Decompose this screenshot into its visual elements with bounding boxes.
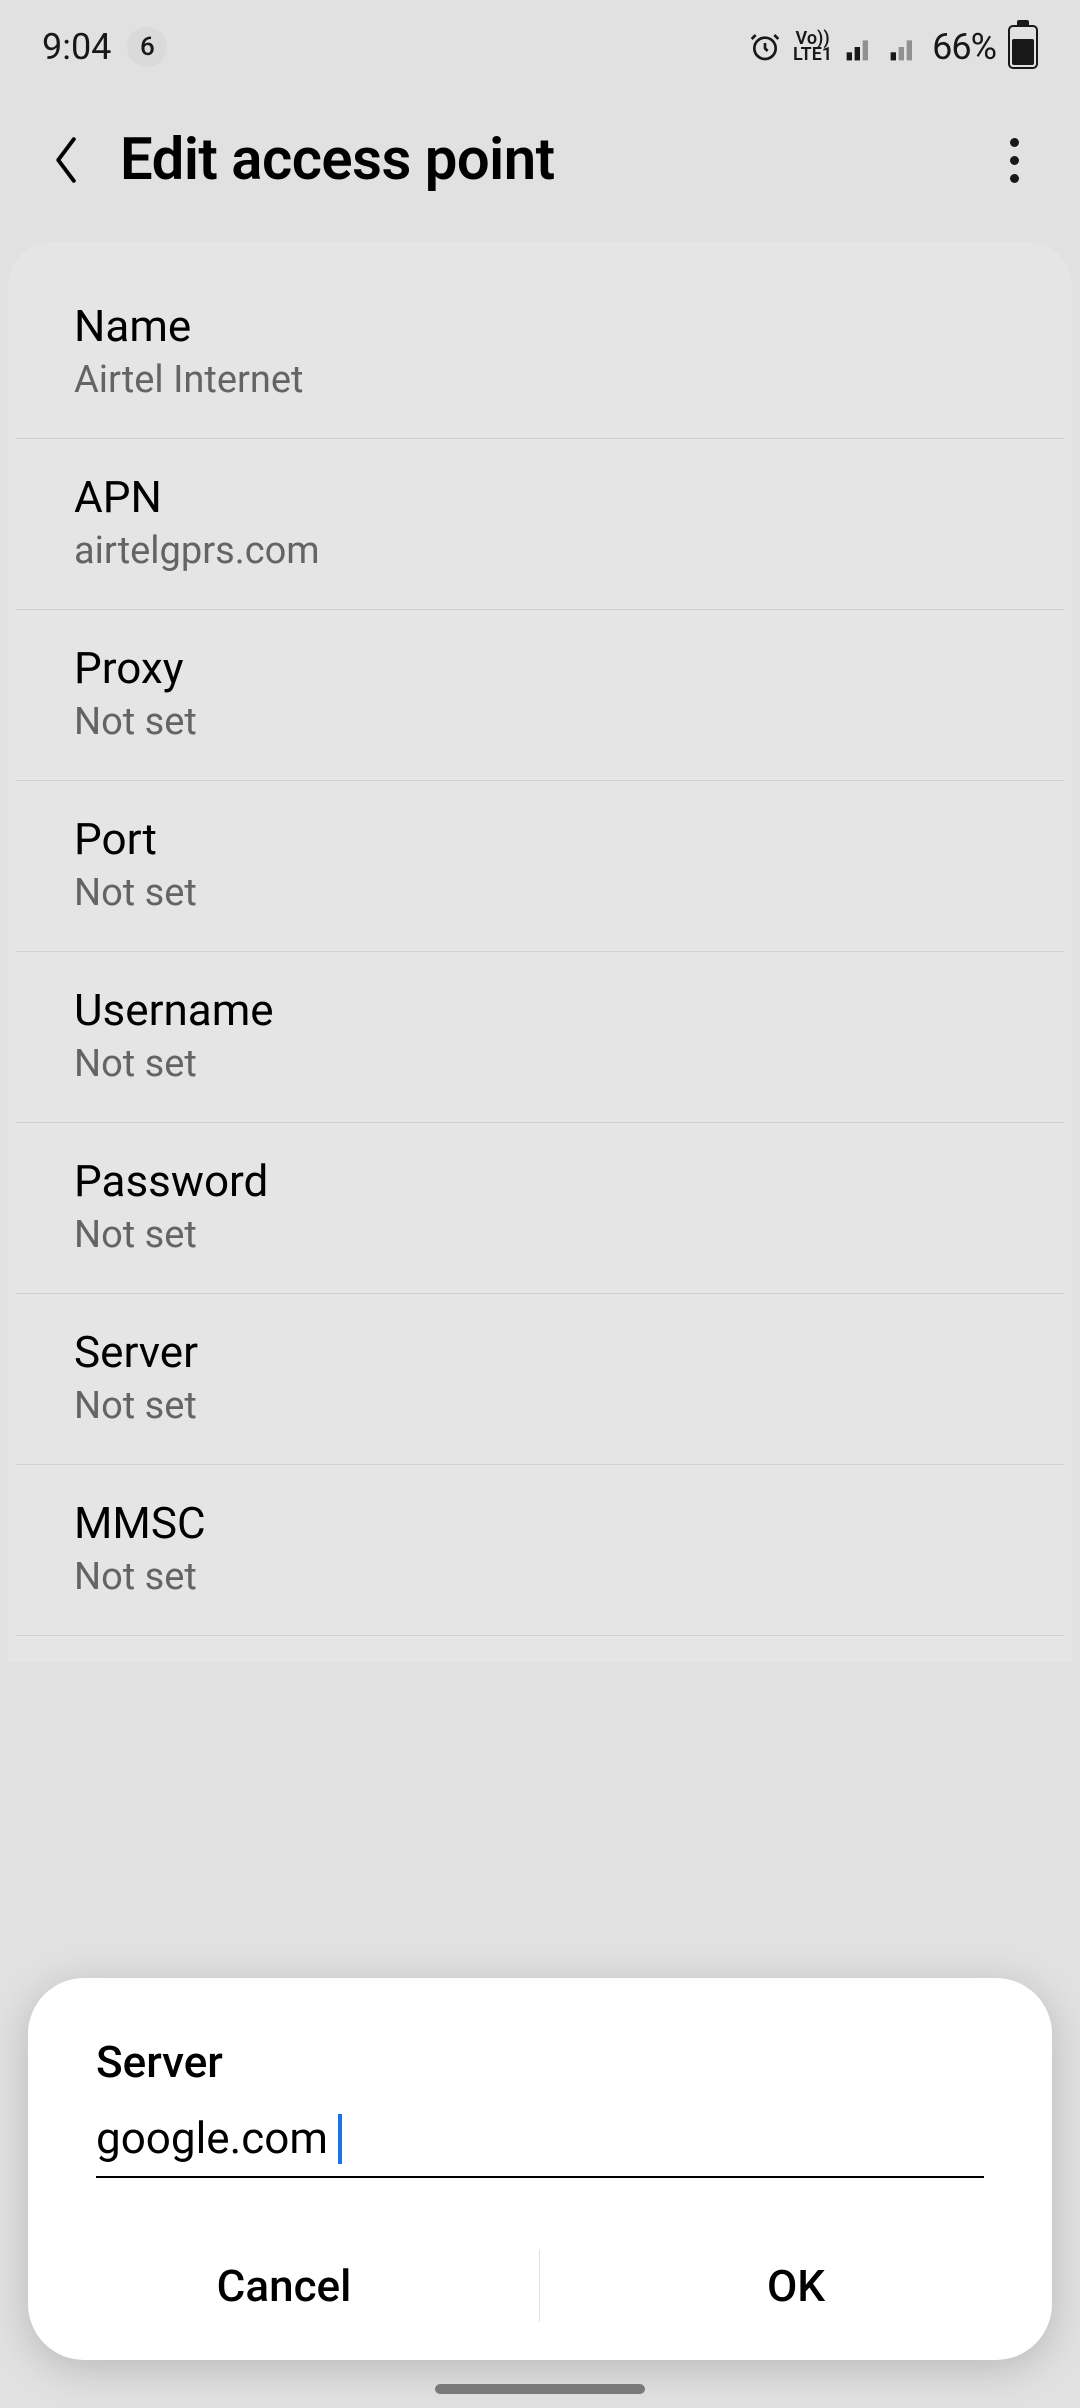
- status-bar-right: Vo)) LTE1 66%: [749, 25, 1038, 69]
- row-label: Name: [74, 300, 1006, 352]
- app-header: Edit access point: [0, 76, 1080, 230]
- row-value: Not set: [74, 1384, 1006, 1428]
- apn-password-row[interactable]: Password Not set: [16, 1123, 1064, 1294]
- server-edit-dialog: Server Cancel OK: [28, 1978, 1052, 2360]
- row-value: Not set: [74, 1213, 1006, 1257]
- row-label: Password: [74, 1155, 1006, 1207]
- row-value: Not set: [74, 1555, 1006, 1599]
- battery-percentage-text: 66%: [932, 26, 996, 68]
- ok-button[interactable]: OK: [540, 2226, 1052, 2346]
- status-bar-left: 9:04 6: [42, 26, 167, 68]
- row-value: Not set: [74, 700, 1006, 744]
- apn-name-row[interactable]: Name Airtel Internet: [16, 268, 1064, 439]
- dialog-actions: Cancel OK: [28, 2226, 1052, 2346]
- cancel-button[interactable]: Cancel: [28, 2226, 540, 2346]
- apn-apn-row[interactable]: APN airtelgprs.com: [16, 439, 1064, 610]
- apn-username-row[interactable]: Username Not set: [16, 952, 1064, 1123]
- apn-proxy-row[interactable]: Proxy Not set: [16, 610, 1064, 781]
- apn-server-row[interactable]: Server Not set: [16, 1294, 1064, 1465]
- partial-next-row: [8, 1636, 1072, 1662]
- row-value: airtelgprs.com: [74, 529, 1006, 573]
- network-type-icon: Vo)) LTE1: [793, 31, 832, 63]
- row-label: APN: [74, 471, 1006, 523]
- row-label: MMSC: [74, 1497, 1006, 1549]
- settings-list: Name Airtel Internet APN airtelgprs.com …: [8, 242, 1072, 1662]
- row-label: Server: [74, 1326, 1006, 1378]
- row-value: Not set: [74, 871, 1006, 915]
- row-label: Proxy: [74, 642, 1006, 694]
- back-button[interactable]: [36, 130, 96, 190]
- signal-sim1-icon: [844, 31, 876, 63]
- apn-mmsc-row[interactable]: MMSC Not set: [16, 1465, 1064, 1636]
- row-value: Airtel Internet: [74, 358, 1006, 402]
- row-label: Username: [74, 984, 1006, 1036]
- notification-count-badge: 6: [127, 27, 167, 67]
- page-title: Edit access point: [120, 126, 555, 194]
- clock-text: 9:04: [42, 26, 111, 68]
- battery-icon: [1008, 25, 1038, 69]
- row-value: Not set: [74, 1042, 1006, 1086]
- row-label: Port: [74, 813, 1006, 865]
- more-options-button[interactable]: [984, 130, 1044, 190]
- alarm-icon: [749, 31, 781, 63]
- dialog-title: Server: [28, 2036, 1052, 2112]
- text-cursor: [338, 2114, 342, 2164]
- dialog-input-wrap[interactable]: [96, 2112, 984, 2178]
- gesture-nav-handle[interactable]: [435, 2384, 645, 2394]
- signal-sim2-icon: [888, 31, 920, 63]
- server-input[interactable]: [96, 2112, 984, 2164]
- status-bar: 9:04 6 Vo)) LTE1 66%: [0, 0, 1080, 76]
- apn-port-row[interactable]: Port Not set: [16, 781, 1064, 952]
